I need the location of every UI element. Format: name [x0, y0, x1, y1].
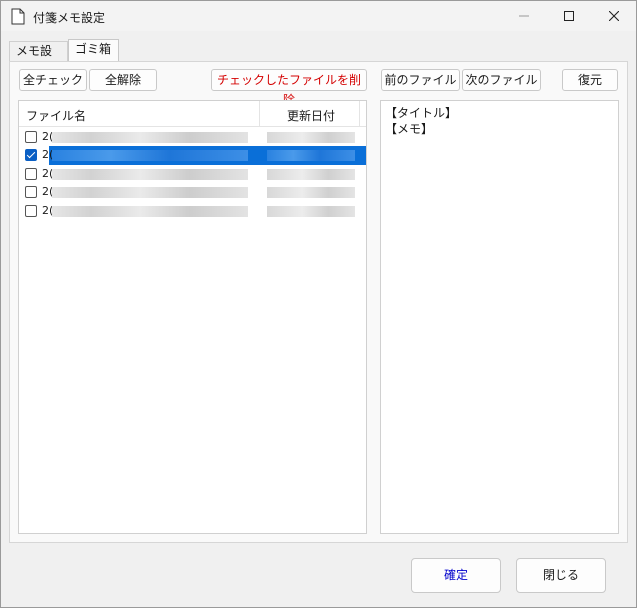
close-window-button[interactable]: [591, 1, 637, 31]
row-checkbox[interactable]: [25, 168, 37, 180]
redacted-filename: [52, 150, 248, 161]
row-checkbox[interactable]: [25, 186, 37, 198]
minimize-icon: [519, 15, 529, 17]
maximize-icon: [564, 11, 574, 21]
uncheck-all-button[interactable]: 全解除: [89, 69, 157, 91]
ok-button[interactable]: 確定: [411, 558, 501, 593]
redacted-filename: [52, 169, 248, 180]
next-file-button[interactable]: 次のファイル: [462, 69, 541, 91]
redacted-date: [267, 150, 355, 161]
column-updated-date[interactable]: 更新日付: [287, 107, 335, 124]
list-item[interactable]: 2(: [19, 165, 366, 184]
redacted-filename: [52, 132, 248, 143]
restore-button[interactable]: 復元: [562, 69, 618, 91]
row-checkbox[interactable]: [25, 205, 37, 217]
minimize-button[interactable]: [501, 1, 547, 31]
close-button[interactable]: 閉じる: [516, 558, 606, 593]
list-item[interactable]: 2(: [19, 128, 366, 147]
redacted-filename: [52, 206, 248, 217]
maximize-button[interactable]: [546, 1, 592, 31]
redacted-date: [267, 187, 355, 198]
settings-window: 付箋メモ設定 メモ設定 ゴミ箱 全チェック 全解除 チェックしたファイルを削除 …: [0, 0, 637, 608]
memo-preview-panel: 【タイトル】 【メモ】: [380, 100, 619, 534]
redacted-date: [267, 132, 355, 143]
trash-file-list[interactable]: ファイル名 更新日付 2( 2( 2( 2(2(: [18, 100, 367, 534]
redacted-date: [267, 206, 355, 217]
row-checkbox[interactable]: [25, 131, 37, 143]
redacted-filename: [52, 187, 248, 198]
list-item[interactable]: 2(: [19, 202, 366, 221]
memo-body-label: 【メモ】: [385, 122, 434, 136]
check-all-button[interactable]: 全チェック: [19, 69, 87, 91]
column-divider[interactable]: [259, 101, 260, 127]
list-item[interactable]: 2(: [19, 183, 366, 202]
close-icon: [609, 11, 619, 21]
prev-file-button[interactable]: 前のファイル: [381, 69, 460, 91]
list-header: ファイル名 更新日付: [19, 101, 366, 127]
list-item[interactable]: 2(: [19, 146, 366, 165]
delete-checked-button[interactable]: チェックしたファイルを削除: [211, 69, 367, 107]
redacted-date: [267, 169, 355, 180]
column-divider[interactable]: [359, 101, 360, 127]
memo-title-label: 【タイトル】: [385, 106, 458, 120]
tab-memo-settings[interactable]: メモ設定: [9, 41, 68, 76]
column-filename[interactable]: ファイル名: [26, 107, 86, 124]
row-checkbox[interactable]: [25, 149, 37, 161]
document-icon: [11, 8, 25, 25]
tab-trash[interactable]: ゴミ箱: [68, 39, 119, 61]
window-title: 付箋メモ設定: [33, 11, 106, 25]
title-bar: 付箋メモ設定: [1, 1, 636, 31]
